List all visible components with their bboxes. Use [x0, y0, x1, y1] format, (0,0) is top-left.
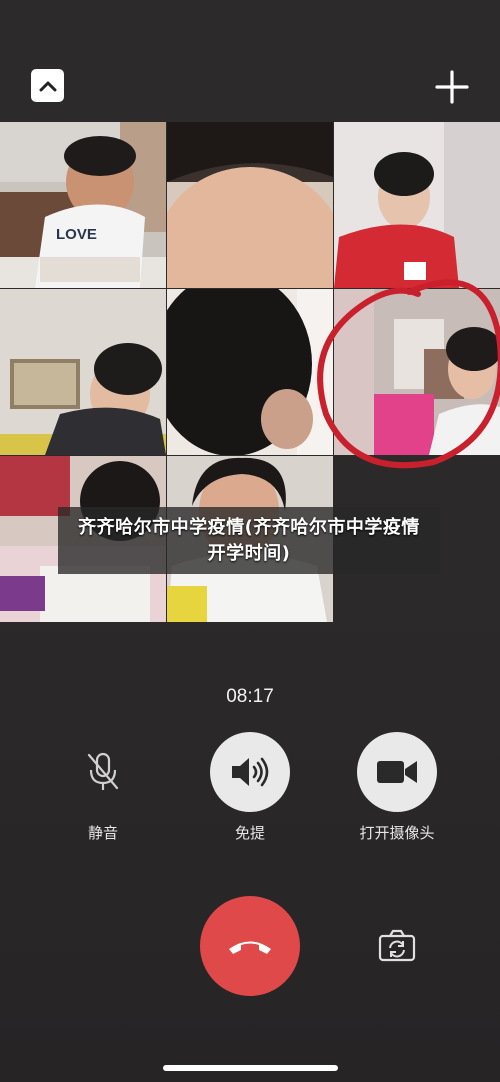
- participant-video-tile[interactable]: [167, 289, 333, 455]
- hang-up-button[interactable]: [200, 896, 300, 996]
- speaker-control[interactable]: 免提: [190, 732, 310, 843]
- mute-button[interactable]: [63, 732, 143, 812]
- camera-label: 打开摄像头: [359, 824, 435, 842]
- camera-switch-icon: [378, 929, 416, 962]
- minimize-button[interactable]: [31, 69, 64, 102]
- call-timer: 08:17: [226, 686, 274, 707]
- switch-camera-button[interactable]: [378, 929, 416, 963]
- participant-video-tile[interactable]: LOVE: [0, 122, 166, 288]
- speaker-icon: [232, 757, 269, 787]
- add-participant-button[interactable]: [434, 69, 470, 105]
- camera-button[interactable]: [357, 732, 437, 812]
- microphone-muted-icon: [87, 752, 119, 790]
- mute-label: 静音: [87, 824, 118, 842]
- speaker-label: 免提: [234, 824, 265, 842]
- caption-overlay: 齐齐哈尔市中学疫情(齐齐哈尔市中学疫情开学时间): [58, 507, 440, 574]
- participant-video-tile[interactable]: [0, 289, 166, 455]
- mute-control[interactable]: 静音: [43, 732, 163, 843]
- speaker-button[interactable]: [210, 732, 290, 812]
- plus-icon: [435, 70, 469, 104]
- camera-control[interactable]: 打开摄像头: [337, 732, 457, 843]
- home-indicator[interactable]: [163, 1065, 338, 1071]
- caption-text: 齐齐哈尔市中学疫情(齐齐哈尔市中学疫情开学时间): [78, 516, 420, 564]
- participant-video-tile[interactable]: [334, 122, 500, 288]
- participant-video-tile[interactable]: [334, 289, 500, 455]
- video-call-screen: LOVE 齐齐哈尔市中学疫情(齐齐哈尔市中学疫情开学时间) 08:17 静音 免…: [0, 0, 500, 1082]
- chevron-up-icon: [39, 81, 56, 91]
- participant-video-tile[interactable]: [167, 122, 333, 288]
- phone-hangup-icon: [229, 941, 271, 954]
- shirt-text: LOVE: [56, 226, 97, 243]
- video-camera-icon: [377, 761, 417, 783]
